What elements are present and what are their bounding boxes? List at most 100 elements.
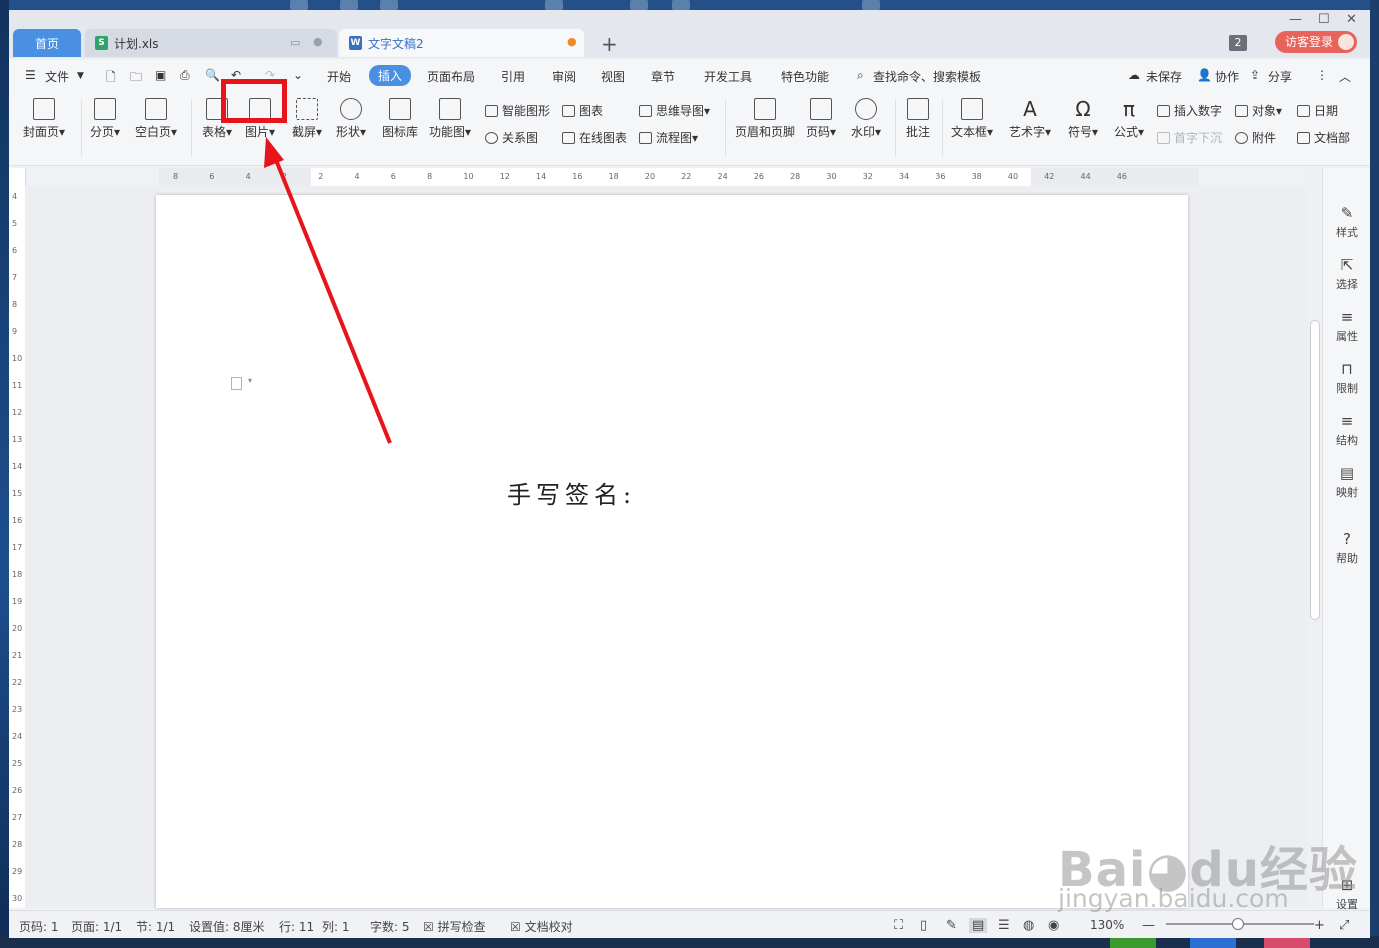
close-icon[interactable]: ✕	[1346, 12, 1357, 27]
hamburger-icon[interactable]: ☰	[25, 68, 36, 82]
horizontal-ruler[interactable]: 8 6 4 2 2 4 6 8 10 12 14 16 18 20 22 24 26 28 30 32 34 36 38 40…	[159, 168, 1199, 187]
word-art-button[interactable]: A 艺术字▾	[1009, 98, 1051, 140]
flowchart-button[interactable]: 流程图▾	[639, 129, 698, 146]
tab-home[interactable]: 首页	[13, 29, 81, 57]
attachment-button[interactable]: 附件	[1235, 129, 1276, 146]
guest-login-button[interactable]: 访客登录	[1275, 31, 1357, 53]
tab-spreadsheet[interactable]: S 计划.xls ▭ ●	[85, 29, 337, 57]
chevron-down-icon[interactable]: ▼	[77, 71, 84, 81]
collaborate-button[interactable]: 协作	[1215, 68, 1239, 85]
eye-protect-icon[interactable]: ◉	[1048, 918, 1059, 933]
blank-page-button[interactable]: 空白页▾	[135, 98, 177, 140]
drop-cap-button[interactable]: 首字下沉	[1157, 129, 1222, 146]
quick-access-more-icon[interactable]: ⌄	[293, 68, 303, 82]
proofread-button[interactable]: ☒ 文档校对	[510, 918, 573, 935]
properties-panel-button[interactable]: ≡ 属性	[1323, 308, 1370, 344]
save-icon[interactable]: ▣	[155, 68, 166, 82]
window-count-badge[interactable]: 2	[1229, 35, 1247, 51]
chart-button[interactable]: 图表	[562, 102, 603, 119]
header-footer-button[interactable]: 页眉和页脚	[735, 98, 795, 140]
menu-features[interactable]: 特色功能	[781, 68, 829, 85]
page-break-button[interactable]: 分页▾	[90, 98, 120, 140]
formula-button[interactable]: π 公式▾	[1114, 98, 1144, 140]
tab-document[interactable]: W 文字文稿2 ●	[339, 29, 584, 57]
document-text[interactable]: 手写签名:	[507, 475, 636, 510]
object-button[interactable]: 对象▾	[1235, 102, 1282, 119]
select-panel-button[interactable]: ⇱ 选择	[1323, 256, 1370, 292]
new-tab-button[interactable]: +	[601, 32, 618, 56]
fullscreen-icon[interactable]: ⛶	[894, 918, 903, 933]
date-button[interactable]: 日期	[1297, 102, 1338, 119]
zoom-in-icon[interactable]: +	[1314, 918, 1325, 933]
watermark-button[interactable]: 水印▾	[851, 98, 881, 140]
text-box-button[interactable]: 文本框▾	[951, 98, 993, 140]
status-setting-value[interactable]: 设置值: 8厘米	[189, 918, 265, 935]
user-icon[interactable]: 👤	[1197, 68, 1212, 82]
help-panel-button[interactable]: ? 帮助	[1323, 530, 1370, 566]
spell-check-button[interactable]: ☒ 拼写检查	[423, 918, 486, 935]
status-pages[interactable]: 页面: 1/1	[71, 918, 122, 935]
read-mode-icon[interactable]: ▯	[920, 918, 927, 933]
page-view-icon[interactable]: ▤	[969, 918, 988, 933]
open-folder-icon[interactable]: 🗀	[130, 68, 142, 89]
shape-button[interactable]: 形状▾	[336, 98, 366, 140]
web-view-icon[interactable]: ◍	[1023, 918, 1034, 933]
scrollbar-thumb[interactable]	[1310, 320, 1320, 620]
print-icon[interactable]: ⎙	[180, 68, 190, 83]
cover-page-button[interactable]: 封面页▾	[23, 98, 65, 140]
share-button[interactable]: 分享	[1268, 68, 1292, 85]
style-panel-button[interactable]: ✎ 样式	[1323, 204, 1370, 240]
restrict-panel-button[interactable]: ⊓ 限制	[1323, 360, 1370, 396]
paragraph-icon[interactable]	[231, 377, 242, 390]
function-chart-button[interactable]: 功能图▾	[429, 98, 471, 140]
icon-library-button[interactable]: 图标库	[382, 98, 418, 140]
menu-view[interactable]: 视图	[601, 68, 625, 85]
search-icon[interactable]: ⌕	[857, 68, 864, 83]
doc-part-button[interactable]: 文档部	[1297, 129, 1350, 146]
smart-art-button[interactable]: 智能图形	[485, 102, 550, 119]
cloud-icon[interactable]: ☁	[1128, 68, 1140, 82]
outline-view-icon[interactable]: ☰	[998, 918, 1010, 933]
status-section[interactable]: 节: 1/1	[136, 918, 175, 935]
more-icon[interactable]: ⋮	[1316, 68, 1328, 82]
unsaved-status[interactable]: 未保存	[1146, 68, 1182, 85]
zoom-level[interactable]: 130%	[1090, 918, 1124, 932]
share-icon[interactable]: ⇪	[1250, 68, 1260, 82]
menu-section[interactable]: 章节	[651, 68, 675, 85]
monitor-icon[interactable]: ▭	[290, 36, 300, 49]
fit-window-icon[interactable]: ⤢	[1339, 918, 1349, 933]
menu-file[interactable]: 文件	[45, 68, 69, 85]
vertical-ruler[interactable]: 4 5 6 7 8 9 10 11 12 13 14 15 16 17 18 19 20 21 22 23 24 25 26…	[9, 168, 26, 908]
print-preview-icon[interactable]: 🔍	[205, 68, 220, 82]
zoom-slider-handle[interactable]	[1232, 918, 1244, 930]
mapping-panel-button[interactable]: ▤ 映射	[1323, 464, 1370, 500]
zoom-out-icon[interactable]: —	[1142, 918, 1155, 933]
menu-references[interactable]: 引用	[501, 68, 525, 85]
structure-panel-button[interactable]: ≡ 结构	[1323, 412, 1370, 448]
pen-icon[interactable]: ✎	[946, 918, 957, 933]
maximize-icon[interactable]: ☐	[1318, 12, 1330, 27]
mind-map-button[interactable]: 思维导图▾	[639, 102, 710, 119]
status-row[interactable]: 行: 11	[279, 918, 314, 935]
minimize-icon[interactable]: —	[1289, 12, 1302, 27]
document-page[interactable]	[156, 195, 1188, 908]
chevron-down-icon[interactable]: ▾	[248, 376, 252, 385]
symbol-button[interactable]: Ω 符号▾	[1068, 98, 1098, 140]
insert-number-button[interactable]: 插入数字	[1157, 102, 1222, 119]
menu-developer[interactable]: 开发工具	[704, 68, 752, 85]
status-page-number[interactable]: 页码: 1	[19, 918, 59, 935]
menu-start[interactable]: 开始	[327, 68, 351, 85]
menu-page-layout[interactable]: 页面布局	[427, 68, 475, 85]
new-doc-icon[interactable]: 🗋	[106, 68, 116, 89]
menu-review[interactable]: 审阅	[552, 68, 576, 85]
comment-button[interactable]: 批注	[906, 98, 930, 140]
status-column[interactable]: 列: 1	[322, 918, 350, 935]
status-word-count[interactable]: 字数: 5	[370, 918, 410, 935]
relation-chart-button[interactable]: 关系图	[485, 129, 538, 146]
search-command-field[interactable]: 查找命令、搜索模板	[873, 68, 981, 85]
collapse-ribbon-icon[interactable]: ︿	[1339, 68, 1351, 85]
menu-insert[interactable]: 插入	[369, 65, 412, 86]
page-number-button[interactable]: 页码▾	[806, 98, 836, 140]
screenshot-button[interactable]: 截屏▾	[292, 98, 322, 140]
online-chart-button[interactable]: 在线图表	[562, 129, 627, 146]
